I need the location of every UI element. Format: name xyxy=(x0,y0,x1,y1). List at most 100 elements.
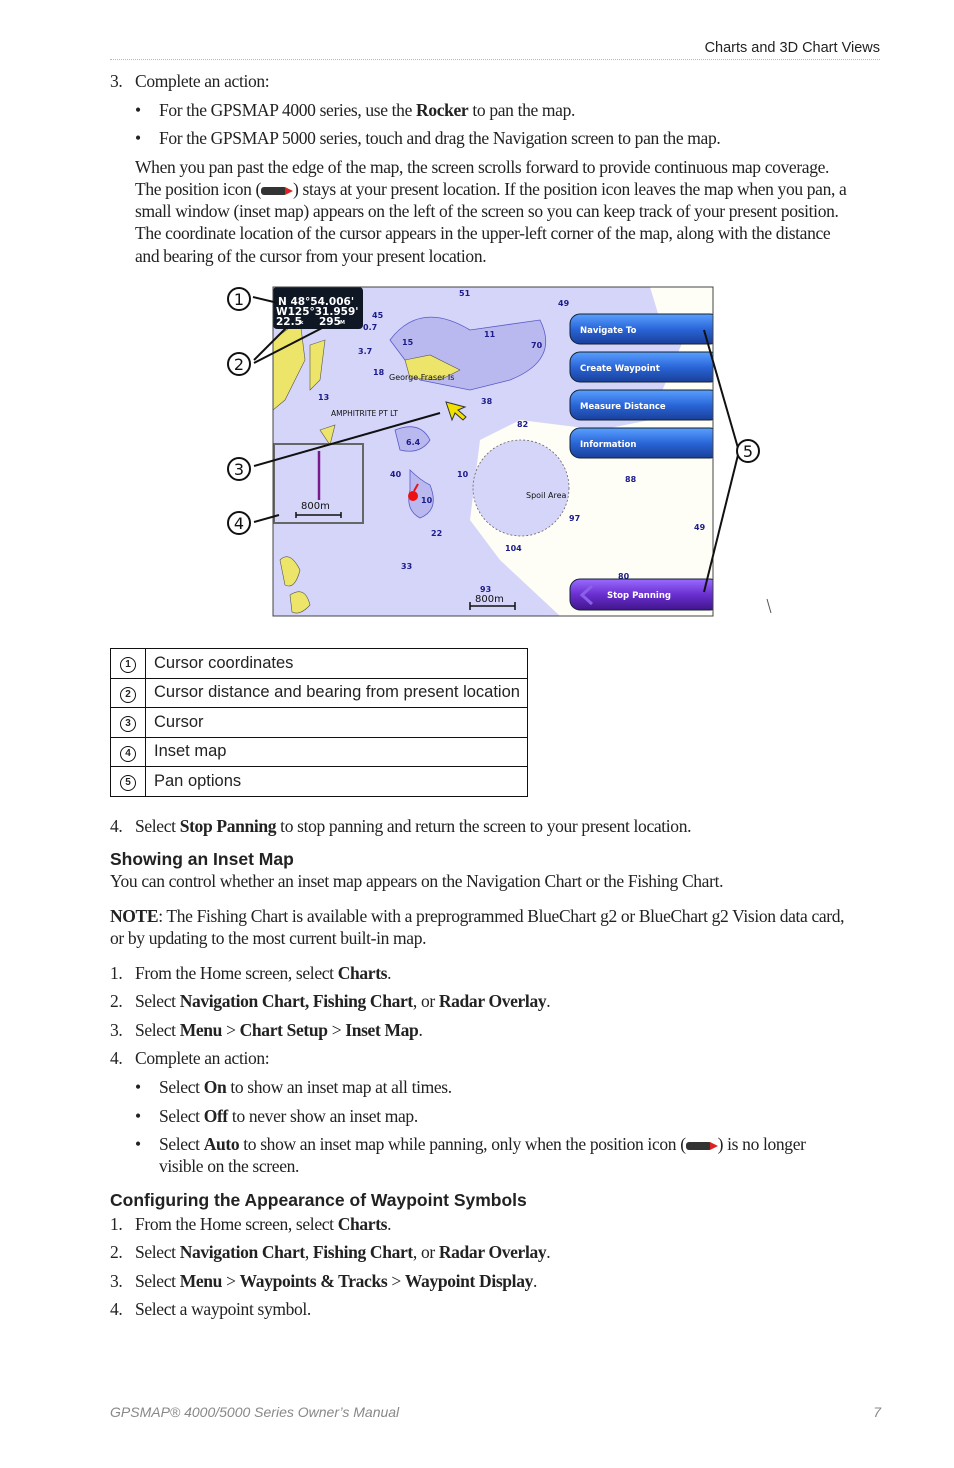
svg-text:Stop Panning: Stop Panning xyxy=(607,591,671,601)
svg-text:6.4: 6.4 xyxy=(406,438,421,447)
table-row: 5 Pan options xyxy=(110,766,528,797)
bold-term: Navigation Chart, Fishing Chart xyxy=(179,991,414,1011)
step-text: From the Home screen, select Charts. xyxy=(135,1213,392,1235)
map-label: George Fraser Is xyxy=(389,373,454,382)
callout-description: Cursor coordinates xyxy=(145,648,528,679)
svg-text:3.7: 3.7 xyxy=(358,347,372,356)
svg-text:5: 5 xyxy=(743,442,753,461)
bold-term: Radar Overlay xyxy=(438,991,547,1011)
step-text: Complete an action: xyxy=(135,71,270,91)
nautical-map[interactable]: 51 49 45 0.7 15 11 70 3.7 18 13 38 6.4 8… xyxy=(273,287,720,616)
callout-number: 5 xyxy=(120,775,136,792)
callout-description: Inset map xyxy=(145,736,528,767)
bullet-text: For the GPSMAP 5000 series, touch and dr… xyxy=(159,127,721,149)
paragraph-line: When you pan past the edge of the map, t… xyxy=(135,157,830,177)
text-segment: to pan the map. xyxy=(468,100,576,120)
svg-text:2: 2 xyxy=(234,355,244,374)
callout-description: Cursor distance and bearing from present… xyxy=(145,677,528,708)
text-segment: Select xyxy=(135,991,180,1011)
svg-text:11: 11 xyxy=(484,330,496,339)
svg-text:104: 104 xyxy=(505,544,522,553)
bullet-text: For the GPSMAP 4000 series, use the Rock… xyxy=(159,99,575,121)
bullet: • xyxy=(135,1077,141,1097)
bold-term: Auto xyxy=(203,1134,240,1154)
step-number: 4. xyxy=(110,1299,123,1319)
bullet-text: Select On to show an inset map at all ti… xyxy=(159,1076,452,1098)
callout-number: 1 xyxy=(120,657,136,674)
callout-5: 5 xyxy=(736,439,760,463)
text-segment: to never show an inset map. xyxy=(227,1106,418,1126)
map-label: Spoil Area xyxy=(526,491,567,500)
table-row: 3 Cursor xyxy=(110,707,528,738)
text-segment: Select xyxy=(135,1242,180,1262)
table-row: 2 Cursor distance and bearing from presen… xyxy=(110,677,528,708)
svg-text:800m: 800m xyxy=(475,594,504,605)
step-number: 4. xyxy=(110,816,123,836)
step-number: 2. xyxy=(110,991,123,1011)
svg-text:Navigate To: Navigate To xyxy=(580,326,637,336)
navigate-to-button[interactable]: Navigate To xyxy=(569,313,720,345)
svg-text:97: 97 xyxy=(569,514,580,523)
bold-term: Off xyxy=(203,1106,229,1126)
cursor-distance: 22.5 xyxy=(276,316,302,328)
svg-text:10: 10 xyxy=(421,496,433,505)
svg-text:Create Waypoint: Create Waypoint xyxy=(580,364,660,374)
text-segment: . xyxy=(546,991,551,1011)
svg-text:800m: 800m xyxy=(301,501,330,512)
svg-text:M: M xyxy=(340,320,345,326)
bullet: • xyxy=(135,100,141,120)
svg-text:22: 22 xyxy=(431,529,442,538)
callout-number: 2 xyxy=(120,686,136,703)
step-number: 4. xyxy=(110,1048,123,1068)
table-row: 1 Cursor coordinates xyxy=(110,648,528,679)
step-number: 2. xyxy=(110,1242,123,1262)
svg-text:15: 15 xyxy=(402,338,414,347)
step-text: Select Stop Panning to stop panning and … xyxy=(135,815,691,837)
measure-distance-button[interactable]: Measure Distance xyxy=(569,389,720,421)
svg-text:1: 1 xyxy=(234,290,244,309)
information-button[interactable]: Information xyxy=(569,427,720,459)
step-text: Select Navigation Chart, Fishing Chart, … xyxy=(135,1241,551,1263)
callout-1: 1 xyxy=(227,287,251,311)
svg-text:4: 4 xyxy=(234,514,244,533)
step-number: 1. xyxy=(110,1214,123,1234)
step-text: Select Navigation Chart, Fishing Chart, … xyxy=(135,990,551,1012)
step-number: 3. xyxy=(110,1020,123,1040)
text-segment: . xyxy=(387,1214,392,1234)
paragraph-line: small window (inset map) appears on the … xyxy=(135,201,839,221)
bullet: • xyxy=(135,128,141,148)
section-heading: Showing an Inset Map xyxy=(110,849,294,869)
position-icon xyxy=(685,1141,718,1150)
callout-number: 4 xyxy=(120,745,136,762)
step-text: Select Menu > Chart Setup > Inset Map. xyxy=(135,1019,423,1041)
chart-panning-figure: 51 49 45 0.7 15 11 70 3.7 18 13 38 6.4 8… xyxy=(227,286,772,617)
stop-panning-button[interactable]: Stop Panning xyxy=(569,578,720,611)
text-segment: Select xyxy=(135,1020,180,1040)
callout-3: 3 xyxy=(227,457,251,481)
svg-text:49: 49 xyxy=(694,523,706,532)
text-segment: , xyxy=(304,1242,313,1262)
text-segment: Select xyxy=(159,1077,204,1097)
text-segment: . xyxy=(418,1020,423,1040)
paragraph: You can control whether an inset map app… xyxy=(110,871,724,891)
callout-legend-table: 1 Cursor coordinates 2 Cursor distance and… xyxy=(110,648,528,797)
position-icon xyxy=(261,186,294,195)
bullet-text: visible on the screen. xyxy=(159,1156,300,1176)
svg-text:51: 51 xyxy=(459,289,471,298)
step-text: Select Menu > Waypoints & Tracks > Waypo… xyxy=(135,1270,537,1292)
svg-text:49: 49 xyxy=(558,299,570,308)
text-segment: For the GPSMAP 4000 series, use the xyxy=(159,100,417,120)
text-segment: From the Home screen, select xyxy=(135,963,338,983)
svg-text:38: 38 xyxy=(481,397,493,406)
text-segment: Select xyxy=(135,1271,180,1291)
create-waypoint-button[interactable]: Create Waypoint xyxy=(569,351,720,383)
bold-term: Rocker xyxy=(416,100,469,120)
bold-term: NOTE xyxy=(110,906,159,926)
text-segment: For the GPSMAP 5000 series, touch and dr… xyxy=(159,128,721,148)
svg-text:10: 10 xyxy=(457,470,469,479)
callout-description: Pan options xyxy=(145,766,528,797)
text-segment: > xyxy=(387,1271,405,1291)
bold-term: Waypoint Display xyxy=(404,1271,533,1291)
section-heading: Configuring the Appearance of Waypoint S… xyxy=(110,1190,527,1210)
text-segment: , or xyxy=(412,1242,439,1262)
